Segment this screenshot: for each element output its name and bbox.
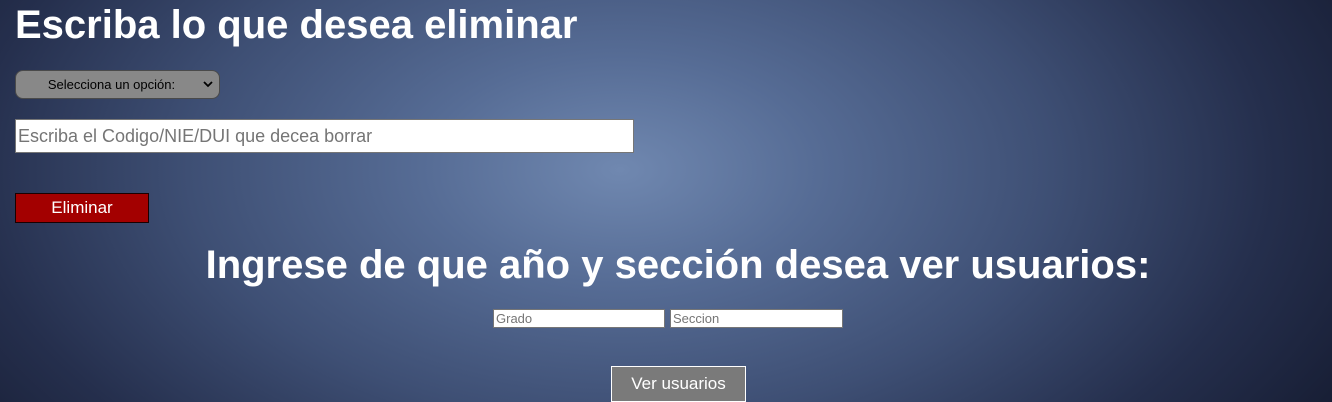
section-input[interactable] [670, 309, 843, 328]
delete-button[interactable]: Eliminar [15, 193, 149, 223]
view-users-button[interactable]: Ver usuarios [611, 366, 746, 402]
users-title: Ingrese de que año y sección desea ver u… [205, 243, 1151, 287]
code-input[interactable] [15, 119, 634, 153]
delete-title: Escriba lo que desea eliminar [15, 3, 578, 47]
option-select-value: Selecciona un opción: [47, 77, 176, 92]
chevron-down-icon [197, 81, 219, 88]
grade-input[interactable] [493, 309, 665, 328]
option-select[interactable]: Selecciona un opción: [15, 70, 220, 99]
